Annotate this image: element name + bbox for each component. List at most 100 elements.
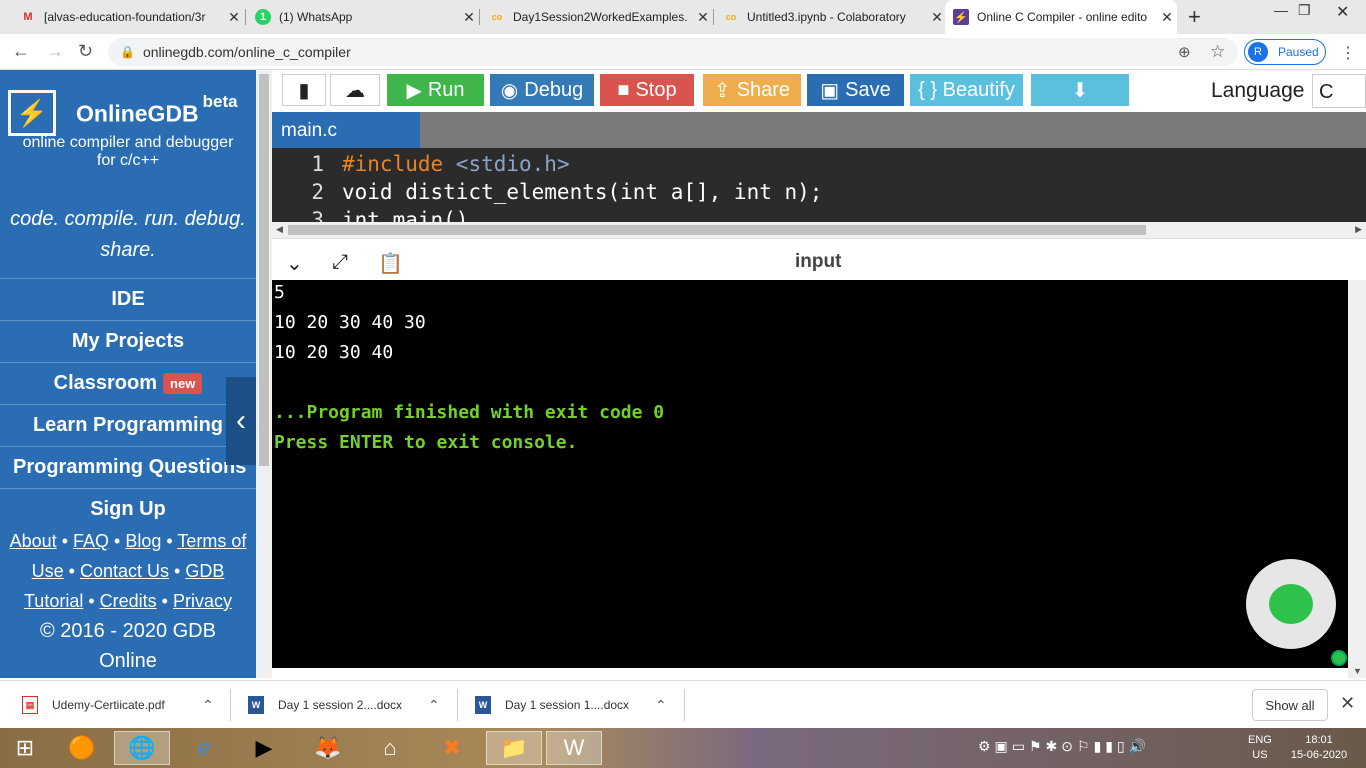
browser-tab-title: Day1Session2WorkedExamples.	[513, 10, 688, 24]
internet-explorer-icon[interactable]: ℯ	[176, 731, 232, 765]
terms-link[interactable]: Terms of	[177, 531, 246, 551]
blog-link[interactable]: Blog	[125, 531, 161, 551]
console-scrollbar[interactable]: ▼	[1348, 280, 1366, 678]
chevron-up-icon[interactable]: ⌃	[428, 697, 440, 714]
faq-link[interactable]: FAQ	[73, 531, 109, 551]
star-icon[interactable]: ☆	[1210, 42, 1225, 62]
menu-kebab-icon[interactable]: ⋮	[1340, 43, 1356, 63]
code-line[interactable]: int main()	[342, 208, 468, 222]
credits-link[interactable]: Credits	[100, 591, 157, 611]
tagline: online compiler and debugger for c/c++	[0, 134, 256, 170]
sidebar-item-ide[interactable]: IDE	[0, 278, 256, 320]
sidebar-item-learn-programming[interactable]: Learn Programming	[0, 404, 256, 446]
stop-button[interactable]: ■ Stop	[600, 74, 694, 106]
chevron-up-icon[interactable]: ⌃	[655, 697, 667, 714]
scrollbar-thumb[interactable]	[288, 225, 1146, 235]
scroll-left-icon[interactable]: ◀	[276, 224, 283, 235]
file-explorer-icon[interactable]: 📁	[486, 731, 542, 765]
close-icon[interactable]: ✕	[1340, 693, 1355, 714]
reload-icon[interactable]: ↻	[78, 41, 93, 62]
profile-button[interactable]: R Paused	[1244, 39, 1326, 65]
scrollbar-thumb[interactable]	[259, 74, 269, 466]
tab-separator	[713, 9, 714, 25]
terms-link-cont[interactable]: Use	[32, 561, 64, 581]
code-editor[interactable]: 1 #include <stdio.h> 2 void distict_elem…	[272, 148, 1366, 222]
xampp-icon[interactable]: ✖	[424, 731, 480, 765]
chrome-icon[interactable]: 🌐	[114, 731, 170, 765]
new-tab-button[interactable]: +	[1188, 4, 1201, 30]
new-file-button[interactable]: ▮	[282, 74, 326, 106]
scroll-down-icon[interactable]: ▼	[1353, 666, 1362, 676]
contact-link[interactable]: Contact Us	[80, 561, 169, 581]
language-indicator[interactable]: ENG US	[1248, 733, 1272, 763]
clock-time: 18:01	[1305, 734, 1333, 746]
sidebar-item-classroom[interactable]: Classroom new	[0, 362, 256, 404]
sidebar-item-my-projects[interactable]: My Projects	[0, 320, 256, 362]
chevron-down-icon[interactable]: ⌄	[286, 251, 303, 276]
sidebar-item-label: IDE	[111, 288, 145, 310]
code-line[interactable]: void distict_elements(int a[], int n);	[342, 180, 822, 204]
windows-taskbar: ⊞ 🟠 🌐 ℯ ▶ 🦊 ⌂ ✖ 📁 W ⚙▣▭⚑✱⊙⚐▮▮▯🔊 ENG US 1…	[0, 728, 1366, 768]
onlinegdb-logo-icon[interactable]: ⚡	[8, 90, 56, 136]
motto-line: share.	[100, 239, 156, 261]
chevron-up-icon[interactable]: ⌃	[202, 697, 214, 714]
settings-icon[interactable]	[1331, 650, 1347, 666]
sidebar-collapse-button[interactable]: ‹	[226, 377, 256, 465]
download-item[interactable]: W Day 1 session 2....docx ⌃	[248, 681, 448, 729]
home-icon[interactable]: ⌂	[362, 731, 418, 765]
word-icon[interactable]: W	[546, 731, 602, 765]
expand-icon[interactable]: ⤢	[332, 251, 348, 274]
brand-title[interactable]: OnlineGDB beta	[76, 92, 238, 128]
language-select[interactable]: C	[1312, 74, 1366, 108]
scroll-right-icon[interactable]: ▶	[1355, 224, 1362, 235]
sidebar-scrollbar[interactable]	[256, 70, 272, 678]
browser-tab-gmail[interactable]: M [alvas-education-foundation/3r ✕	[12, 0, 244, 34]
sidebar-item-programming-questions[interactable]: Programming Questions	[0, 446, 256, 488]
minimize-icon[interactable]: —	[1274, 2, 1288, 18]
download-item[interactable]: ▤ Udemy-Certiicate.pdf ⌃	[22, 681, 222, 729]
tab-main-c[interactable]: main.c	[272, 112, 420, 148]
console-output[interactable]: 5 10 20 30 40 30 10 20 30 40 ...Program …	[272, 280, 1348, 668]
share-button[interactable]: ⇪ Share	[703, 74, 801, 106]
forward-icon[interactable]: →	[46, 41, 64, 62]
app-icon[interactable]: 🟠	[54, 731, 110, 765]
firefox-icon[interactable]: 🦊	[300, 731, 356, 765]
close-icon[interactable]: ✕	[927, 9, 947, 26]
gdb-tutorial-link[interactable]: GDB	[185, 561, 224, 581]
sidebar-item-sign-up[interactable]: Sign Up	[0, 488, 256, 530]
editor-horizontal-scrollbar[interactable]: ◀ ▶	[272, 222, 1366, 238]
download-item[interactable]: W Day 1 session 1....docx ⌃	[475, 681, 675, 729]
window-close-icon[interactable]: ✕	[1336, 2, 1349, 22]
download-button[interactable]: ⬇	[1031, 74, 1129, 106]
close-icon[interactable]: ✕	[459, 9, 479, 26]
url-bar[interactable]: 🔒 onlinegdb.com/online_c_compiler	[108, 38, 1238, 66]
close-icon[interactable]: ✕	[693, 9, 713, 26]
beautify-button[interactable]: { } Beautify	[910, 74, 1023, 106]
copyright: © 2016 - 2020 GDB	[40, 620, 216, 642]
system-tray-icons[interactable]: ⚙▣▭⚑✱⊙⚐▮▮▯🔊	[978, 738, 1150, 755]
windows-start-icon[interactable]: ⊞	[0, 731, 50, 765]
clock[interactable]: 18:01 15-06-2020	[1288, 733, 1350, 763]
close-icon[interactable]: ✕	[1157, 9, 1177, 26]
debug-button[interactable]: ◉ Debug	[490, 74, 594, 106]
code-line[interactable]: #include <stdio.h>	[342, 152, 570, 176]
browser-tab-onlinegdb[interactable]: ⚡ Online C Compiler - online edito ✕	[945, 0, 1177, 34]
run-button[interactable]: ▶ Run	[387, 74, 484, 106]
gdb-tutorial-link-cont[interactable]: Tutorial	[24, 591, 83, 611]
media-player-icon[interactable]: ▶	[236, 731, 292, 765]
browser-tab-colab-2[interactable]: co Untitled3.ipynb - Colaboratory ✕	[715, 0, 947, 34]
browser-tab-whatsapp[interactable]: 1 (1) WhatsApp ✕	[247, 0, 479, 34]
back-icon[interactable]: ←	[12, 41, 30, 62]
zoom-icon[interactable]: ⊕	[1178, 43, 1191, 61]
share-icon: ⇪	[713, 79, 731, 102]
clipboard-icon[interactable]: 📋	[378, 251, 403, 276]
close-icon[interactable]: ✕	[224, 9, 244, 26]
restore-icon[interactable]: ❐	[1298, 2, 1311, 19]
show-all-button[interactable]: Show all	[1252, 689, 1328, 721]
privacy-link[interactable]: Privacy	[173, 591, 232, 611]
chat-button[interactable]	[1246, 559, 1336, 649]
about-link[interactable]: About	[10, 531, 57, 551]
browser-tab-colab-1[interactable]: co Day1Session2WorkedExamples. ✕	[481, 0, 713, 34]
upload-button[interactable]: ☁	[330, 74, 380, 106]
save-button[interactable]: ▣ Save	[807, 74, 904, 106]
